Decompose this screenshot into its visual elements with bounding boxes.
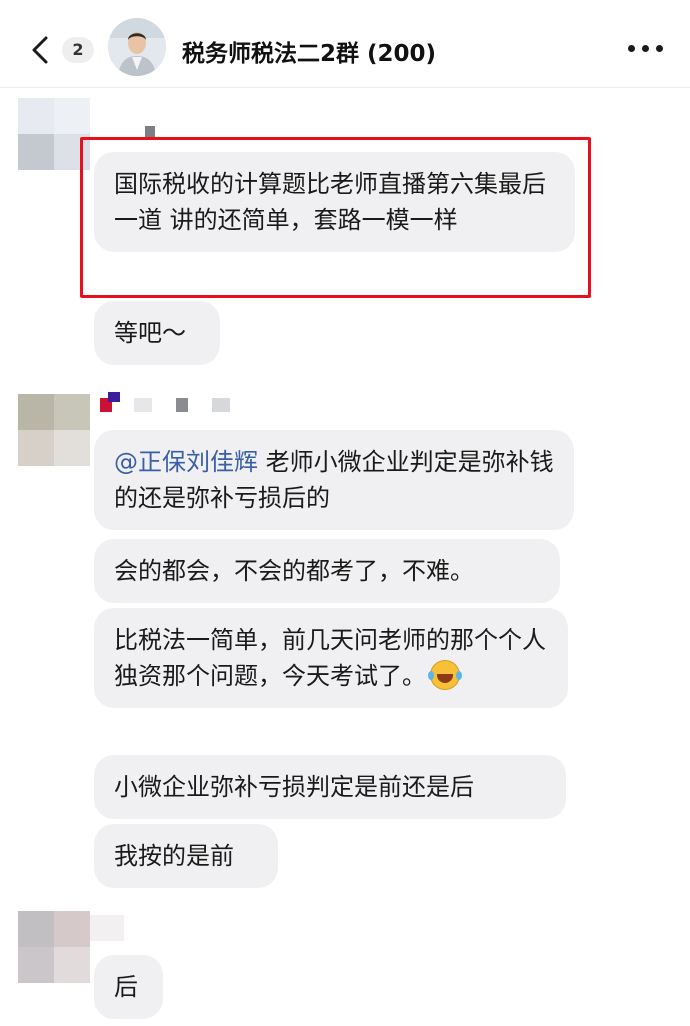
unread-count-badge: 2 [62,37,94,63]
group-title: 税务师税法二2群 (200) [182,41,437,67]
message-bubble[interactable]: 我按的是前 [94,824,278,888]
sender-avatar[interactable] [18,98,90,170]
laughing-tears-emoji-icon [428,660,460,690]
message-text: 小微企业弥补亏损判定是前还是后 [114,773,474,801]
sender-avatar[interactable] [18,394,90,466]
chat-header: 2 税务师税法二2群 (200) [0,0,690,88]
message-bubble[interactable]: 小微企业弥补亏损判定是前还是后 [94,755,566,819]
message-bubble[interactable]: @正保刘佳辉 老师小微企业判定是弥补钱的还是弥补亏损后的 [94,430,574,530]
message-text: 等吧～ [114,319,186,347]
message-text: 我按的是前 [114,842,234,870]
back-chevron-icon[interactable] [26,30,56,70]
message-bubble[interactable]: 等吧～ [94,301,220,365]
sender-name-redacted [100,392,279,412]
message-bubble[interactable]: 会的都会，不会的都考了，不难。 [94,539,560,603]
message-text: 比税法一简单，前几天问老师的那个个人独资那个问题，今天考试了。 [114,626,546,690]
more-options-icon[interactable] [628,42,664,56]
group-avatar[interactable] [108,18,166,76]
message-bubble[interactable]: 国际税收的计算题比老师直播第六集最后一道 讲的还简单，套路一模一样 [94,152,575,252]
sender-name-redacted [90,915,124,941]
message-bubble[interactable]: 比税法一简单，前几天问老师的那个个人独资那个问题，今天考试了。 [94,608,568,708]
message-text: 后 [114,973,138,1001]
message-text: 会的都会，不会的都考了，不难。 [114,557,474,585]
sender-name-redacted [145,126,159,140]
message-bubble[interactable]: 后 [94,955,163,1019]
mention-link[interactable]: @正保刘佳辉 [114,448,258,476]
message-text: 国际税收的计算题比老师直播第六集最后一道 讲的还简单，套路一模一样 [114,170,546,234]
sender-avatar[interactable] [18,911,90,983]
